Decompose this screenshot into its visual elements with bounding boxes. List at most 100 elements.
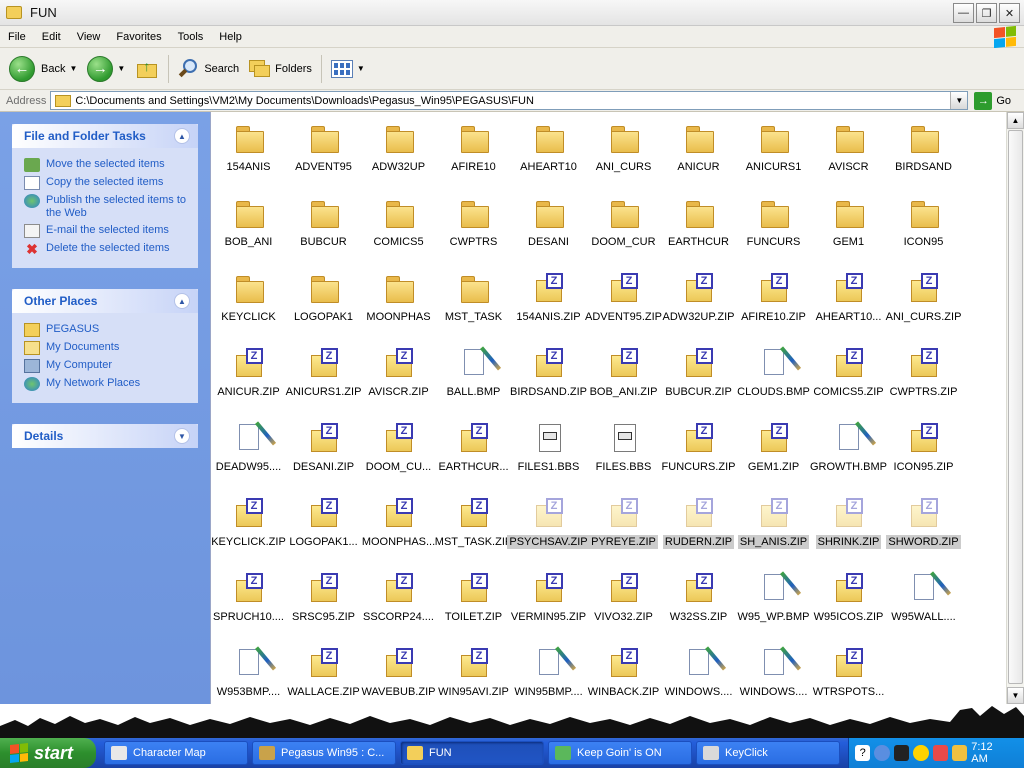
file-item[interactable]: Z PSYCHSAV.ZIP: [507, 489, 590, 561]
file-item[interactable]: EARTHCUR: [661, 189, 736, 261]
file-item[interactable]: Z ANI_CURS.ZIP: [886, 264, 961, 336]
up-button[interactable]: ↑: [130, 53, 164, 85]
file-item[interactable]: Z ADW32UP.ZIP: [661, 264, 736, 336]
address-input[interactable]: C:\Documents and Settings\VM2\My Documen…: [50, 91, 969, 110]
file-item[interactable]: Z BOB_ANI.ZIP: [586, 339, 661, 411]
file-item[interactable]: ICON95: [886, 189, 961, 261]
file-item[interactable]: Z SH_ANIS.ZIP: [736, 489, 811, 561]
panel-header[interactable]: File and Folder Tasks ▲: [12, 124, 198, 148]
panel-header[interactable]: Other Places ▲: [12, 289, 198, 313]
views-button[interactable]: ▼: [326, 53, 370, 85]
place-my-network[interactable]: My Network Places: [24, 377, 198, 391]
panel-header[interactable]: Details ▼: [12, 424, 198, 448]
file-item[interactable]: Z WAVEBUB.ZIP: [361, 639, 436, 711]
back-button[interactable]: ← Back ▼: [4, 53, 82, 85]
task-keep-goin[interactable]: Keep Goin' is ON: [548, 741, 692, 765]
chevron-down-icon[interactable]: ▼: [117, 64, 125, 73]
file-item[interactable]: BOB_ANI: [211, 189, 286, 261]
menu-tools[interactable]: Tools: [170, 31, 212, 43]
file-item[interactable]: MST_TASK: [436, 264, 511, 336]
title-bar[interactable]: FUN — ❐ ✕: [0, 0, 1024, 26]
forward-button[interactable]: → ▼: [82, 53, 130, 85]
collapse-chevron-icon[interactable]: ▲: [174, 293, 190, 309]
file-item[interactable]: Z WIN95AVI.ZIP: [436, 639, 511, 711]
close-button[interactable]: ✕: [999, 3, 1020, 23]
file-item[interactable]: BUBCUR: [286, 189, 361, 261]
file-item[interactable]: ADVENT95: [286, 114, 361, 186]
file-item[interactable]: Z ANICURS1.ZIP: [286, 339, 361, 411]
file-item[interactable]: Z RUDERN.ZIP: [661, 489, 736, 561]
file-item[interactable]: ANICUR: [661, 114, 736, 186]
task-keyclick[interactable]: KeyClick: [696, 741, 840, 765]
file-item[interactable]: AFIRE10: [436, 114, 511, 186]
file-item[interactable]: CLOUDS.BMP: [736, 339, 811, 411]
chevron-left-icon[interactable]: [874, 745, 890, 761]
file-item[interactable]: DEADW95....: [211, 414, 286, 486]
folders-button[interactable]: Folders: [244, 53, 317, 85]
file-view[interactable]: 154ANIS ADVENT95 ADW32UP AFIRE10 AHEART10 ANI…: [210, 112, 1006, 704]
minimize-button[interactable]: —: [953, 3, 974, 23]
file-item[interactable]: Z TOILET.ZIP: [436, 564, 511, 636]
tray-smiley-icon[interactable]: [913, 745, 929, 761]
file-item[interactable]: Z DOOM_CU...: [361, 414, 436, 486]
file-item[interactable]: Z EARTHCUR...: [436, 414, 511, 486]
file-item[interactable]: ANICURS1: [736, 114, 811, 186]
file-item[interactable]: DOOM_CUR: [586, 189, 661, 261]
place-my-documents[interactable]: My Documents: [24, 341, 198, 355]
file-item[interactable]: Z VIVO32.ZIP: [586, 564, 661, 636]
restore-button[interactable]: ❐: [976, 3, 997, 23]
file-item[interactable]: Z AFIRE10.ZIP: [736, 264, 811, 336]
file-item[interactable]: Z CWPTRS.ZIP: [886, 339, 961, 411]
task-delete[interactable]: ✖ Delete the selected items: [24, 242, 198, 256]
file-item[interactable]: Z LOGOPAK1...: [286, 489, 361, 561]
file-item[interactable]: COMICS5: [361, 189, 436, 261]
file-item[interactable]: Z AHEART10...: [811, 264, 886, 336]
file-item[interactable]: Z W95ICOS.ZIP: [811, 564, 886, 636]
file-item[interactable]: Z ANICUR.ZIP: [211, 339, 286, 411]
file-item[interactable]: Z COMICS5.ZIP: [811, 339, 886, 411]
menu-help[interactable]: Help: [211, 31, 250, 43]
tray-news-icon[interactable]: [932, 745, 948, 761]
file-item[interactable]: DESANI: [511, 189, 586, 261]
file-item[interactable]: Z ADVENT95.ZIP: [585, 264, 662, 336]
scroll-thumb[interactable]: [1008, 130, 1023, 684]
file-item[interactable]: Z SHRINK.ZIP: [811, 489, 886, 561]
task-fun[interactable]: FUN: [400, 741, 544, 765]
file-item[interactable]: WIN95BMP....: [511, 639, 586, 711]
file-item[interactable]: Z SRSC95.ZIP: [286, 564, 361, 636]
file-item[interactable]: GROWTH.BMP: [810, 414, 887, 486]
task-character-map[interactable]: Character Map: [104, 741, 248, 765]
menu-view[interactable]: View: [69, 31, 109, 43]
go-button[interactable]: → Go: [974, 91, 1011, 110]
collapse-chevron-icon[interactable]: ▲: [174, 128, 190, 144]
file-item[interactable]: FUNCURS: [736, 189, 811, 261]
file-item[interactable]: Z VERMIN95.ZIP: [511, 564, 586, 636]
file-item[interactable]: 154ANIS: [211, 114, 286, 186]
file-item[interactable]: Z AVISCR.ZIP: [361, 339, 436, 411]
task-publish[interactable]: Publish the selected items to the Web: [24, 194, 198, 220]
file-item[interactable]: Z WINBACK.ZIP: [586, 639, 661, 711]
file-item[interactable]: Z SPRUCH10....: [211, 564, 286, 636]
help-icon[interactable]: ?: [855, 745, 871, 761]
task-move[interactable]: Move the selected items: [24, 158, 198, 172]
file-item[interactable]: Z SSCORP24....: [361, 564, 436, 636]
file-item[interactable]: Z WALLACE.ZIP: [286, 639, 361, 711]
file-item[interactable]: W953BMP....: [211, 639, 286, 711]
file-item[interactable]: W95_WP.BMP: [736, 564, 811, 636]
tray-app-icon[interactable]: [893, 745, 910, 761]
file-item[interactable]: Z W32SS.ZIP: [661, 564, 736, 636]
file-item[interactable]: W95WALL....: [886, 564, 961, 636]
menu-edit[interactable]: Edit: [34, 31, 69, 43]
chevron-down-icon[interactable]: ▼: [950, 92, 968, 109]
file-item[interactable]: AVISCR: [811, 114, 886, 186]
vertical-scrollbar[interactable]: ▲ ▼: [1006, 112, 1024, 704]
start-button[interactable]: start: [0, 738, 96, 768]
file-item[interactable]: FILES.BBS: [586, 414, 661, 486]
scroll-up-button[interactable]: ▲: [1007, 112, 1024, 129]
file-item[interactable]: WINDOWS....: [736, 639, 811, 711]
menu-favorites[interactable]: Favorites: [108, 31, 169, 43]
file-item[interactable]: Z SHWORD.ZIP: [886, 489, 961, 561]
menu-file[interactable]: File: [0, 31, 34, 43]
file-item[interactable]: Z DESANI.ZIP: [286, 414, 361, 486]
file-item[interactable]: Z BIRDSAND.ZIP: [510, 339, 587, 411]
